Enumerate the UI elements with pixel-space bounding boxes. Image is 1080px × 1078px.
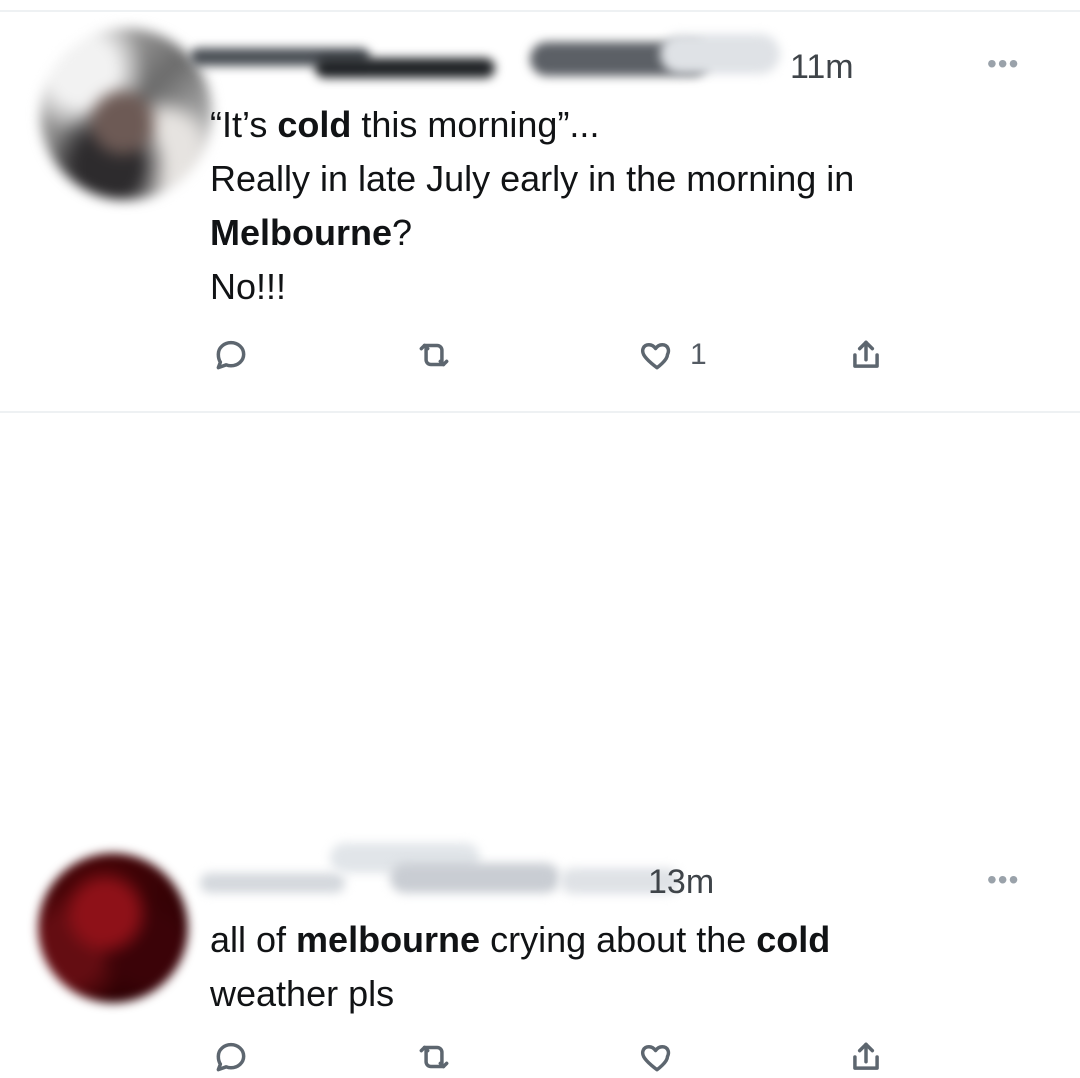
text-segment: ? (392, 212, 413, 253)
tweet-text-line: No!!! (210, 266, 287, 307)
tweet-text: all of melbourne crying about the cold w… (210, 913, 830, 1021)
reply-button[interactable] (212, 1038, 264, 1076)
like-button[interactable] (638, 1038, 690, 1076)
more-options-icon[interactable]: ••• (987, 50, 1019, 78)
reply-icon (212, 336, 250, 374)
tweet-text: “It’s cold this morning”... Really in la… (210, 98, 854, 314)
tweet-text-line: “It’s cold this morning”... (210, 98, 854, 152)
share-icon (847, 1038, 885, 1076)
username-blur (390, 863, 560, 893)
share-icon (847, 336, 885, 374)
tweet-1[interactable]: 11m ••• “It’s cold this morning”... Real… (0, 0, 1080, 412)
tweet-actions: 1 (0, 336, 1080, 376)
retweet-button[interactable] (415, 1038, 467, 1076)
tweet-text-line: all of melbourne crying about the cold (210, 913, 830, 967)
highlight-word: melbourne (296, 919, 481, 960)
like-button[interactable]: 1 (638, 336, 707, 374)
tweet-text-line: Melbourne? (210, 206, 854, 260)
tweet-actions (0, 1038, 1080, 1078)
reply-button[interactable] (212, 336, 264, 374)
avatar[interactable] (40, 28, 212, 200)
username-blur (660, 34, 780, 74)
text-segment: crying about the (480, 919, 757, 960)
share-button[interactable] (847, 1038, 899, 1076)
tweet-time[interactable]: 13m (648, 865, 714, 899)
share-button[interactable] (847, 336, 899, 374)
highlight-word: cold (277, 104, 352, 145)
retweet-button[interactable] (415, 336, 467, 374)
more-options-icon[interactable]: ••• (987, 866, 1019, 894)
text-segment: this morning”... (351, 104, 600, 145)
tweet-text-line: weather pls (210, 973, 395, 1014)
username-blur (200, 873, 345, 893)
heart-icon (638, 336, 676, 374)
tweet-time[interactable]: 11m (790, 50, 854, 84)
tweet-2[interactable]: 13m ••• all of melbourne crying about th… (0, 413, 1080, 1072)
heart-icon (638, 1038, 676, 1076)
reply-icon (212, 1038, 250, 1076)
tweet-text-line: Really in late July early in the morning… (210, 158, 855, 199)
retweet-icon (415, 336, 453, 374)
like-count: 1 (690, 338, 707, 371)
text-segment: all of (210, 919, 297, 960)
highlight-word: cold (756, 919, 831, 960)
username-blur (315, 58, 495, 78)
text-segment: “It’s (210, 104, 278, 145)
retweet-icon (415, 1038, 453, 1076)
avatar[interactable] (38, 853, 188, 1003)
highlight-word: Melbourne (210, 212, 393, 253)
